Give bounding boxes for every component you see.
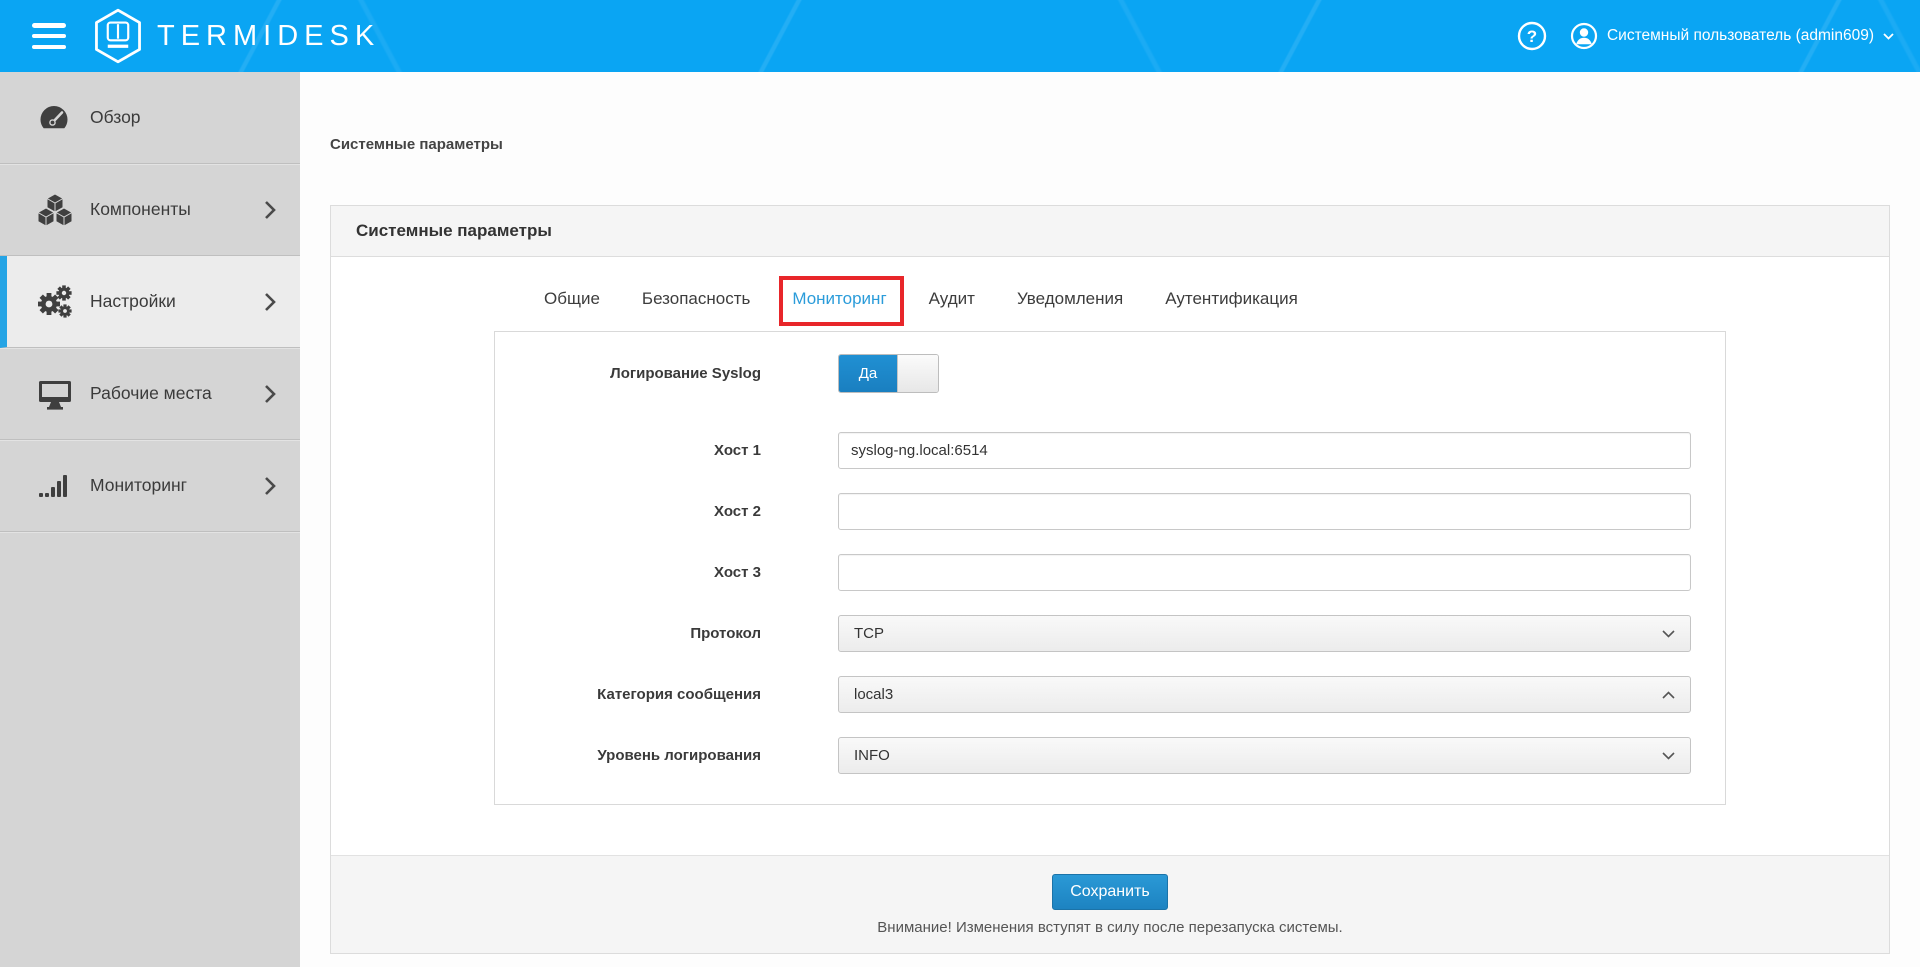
syslog-toggle-handle (897, 355, 938, 392)
restart-warning-text: Внимание! Изменения вступят в силу после… (331, 919, 1889, 936)
sidebar-item-label: Настройки (90, 291, 256, 312)
host1-input[interactable] (838, 432, 1691, 469)
sidebar-item-label: Обзор (90, 107, 276, 128)
monitoring-settings-form: Логирование Syslog Да Хост 1 (494, 331, 1726, 805)
tab-audit[interactable]: Аудит (929, 277, 975, 321)
user-circle-icon (1570, 22, 1598, 50)
help-circle-icon[interactable]: ? (1516, 20, 1548, 52)
field-label-host3: Хост 3 (495, 564, 761, 581)
tab-notifications[interactable]: Уведомления (1017, 277, 1123, 321)
brand-title: TERMIDESK (157, 20, 380, 53)
sidebar-item-monitoring[interactable]: Мониторинг (0, 440, 300, 532)
loglevel-select-value: INFO (854, 747, 890, 764)
facility-select[interactable]: local3 (838, 676, 1691, 713)
sidebar-item-overview[interactable]: Обзор (0, 72, 300, 164)
tab-general[interactable]: Общие (544, 277, 600, 321)
field-label-host2: Хост 2 (495, 503, 761, 520)
tab-security[interactable]: Безопасность (642, 277, 750, 321)
loglevel-select[interactable]: INFO (838, 737, 1691, 774)
field-label-loglevel: Уровень логирования (495, 747, 761, 764)
termidesk-admin-window: TERMIDESK ? Системный пользователь (admi… (0, 0, 1920, 967)
facility-select-value: local3 (854, 686, 893, 703)
hexagon-logo-icon (92, 8, 144, 64)
syslog-toggle-on-label: Да (839, 355, 897, 392)
chevron-right-icon (264, 384, 276, 404)
settings-tabs: Общие Безопасность Мониторинг Аудит Увед… (494, 277, 1726, 321)
host3-input[interactable] (838, 554, 1691, 591)
protocol-select-value: TCP (854, 625, 884, 642)
sidebar-item-label: Рабочие места (90, 383, 256, 404)
protocol-select[interactable]: TCP (838, 615, 1691, 652)
chevron-up-icon (1662, 691, 1675, 699)
top-bar-right: ? Системный пользователь (admin609) (1516, 20, 1894, 52)
chevron-down-icon (1662, 752, 1675, 760)
system-parameters-card: Системные параметры Общие Безопасность М… (330, 205, 1890, 954)
card-title: Системные параметры (331, 206, 1889, 257)
main-content: Системные параметры Системные параметры … (300, 72, 1920, 967)
user-menu[interactable]: Системный пользователь (admin609) (1570, 22, 1894, 50)
save-button[interactable]: Сохранить (1052, 874, 1168, 910)
chevron-right-icon (264, 200, 276, 220)
chart-bars-icon (36, 468, 76, 504)
tab-monitoring[interactable]: Мониторинг (792, 277, 886, 321)
field-label-facility: Категория сообщения (495, 686, 761, 703)
desktop-icon (36, 376, 76, 412)
top-bar: TERMIDESK ? Системный пользователь (admi… (0, 0, 1920, 72)
card-footer: Сохранить Внимание! Изменения вступят в … (331, 855, 1889, 953)
syslog-toggle[interactable]: Да (838, 354, 939, 393)
sidebar: Обзор Компоненты (0, 72, 300, 967)
caret-down-icon (1883, 33, 1894, 40)
field-label-host1: Хост 1 (495, 442, 761, 459)
tab-authentication[interactable]: Аутентификация (1165, 277, 1298, 321)
gauge-icon (36, 100, 76, 136)
sidebar-item-workplaces[interactable]: Рабочие места (0, 348, 300, 440)
field-label-protocol: Протокол (495, 625, 761, 642)
menu-icon[interactable] (32, 23, 66, 49)
sidebar-item-label: Компоненты (90, 199, 256, 220)
sidebar-item-components[interactable]: Компоненты (0, 164, 300, 256)
brand[interactable]: TERMIDESK (92, 8, 380, 64)
chevron-right-icon (264, 292, 276, 312)
chevron-down-icon (1662, 630, 1675, 638)
sidebar-item-settings[interactable]: Настройки (0, 256, 300, 348)
tab-monitoring-label: Мониторинг (792, 289, 886, 308)
cubes-icon (36, 192, 76, 228)
cogs-icon (36, 284, 76, 320)
host2-input[interactable] (838, 493, 1691, 530)
breadcrumb: Системные параметры (330, 136, 1890, 153)
user-name-label: Системный пользователь (admin609) (1607, 27, 1874, 45)
field-label-syslog: Логирование Syslog (495, 365, 761, 382)
sidebar-item-label: Мониторинг (90, 475, 256, 496)
svg-text:?: ? (1527, 27, 1537, 46)
chevron-right-icon (264, 476, 276, 496)
